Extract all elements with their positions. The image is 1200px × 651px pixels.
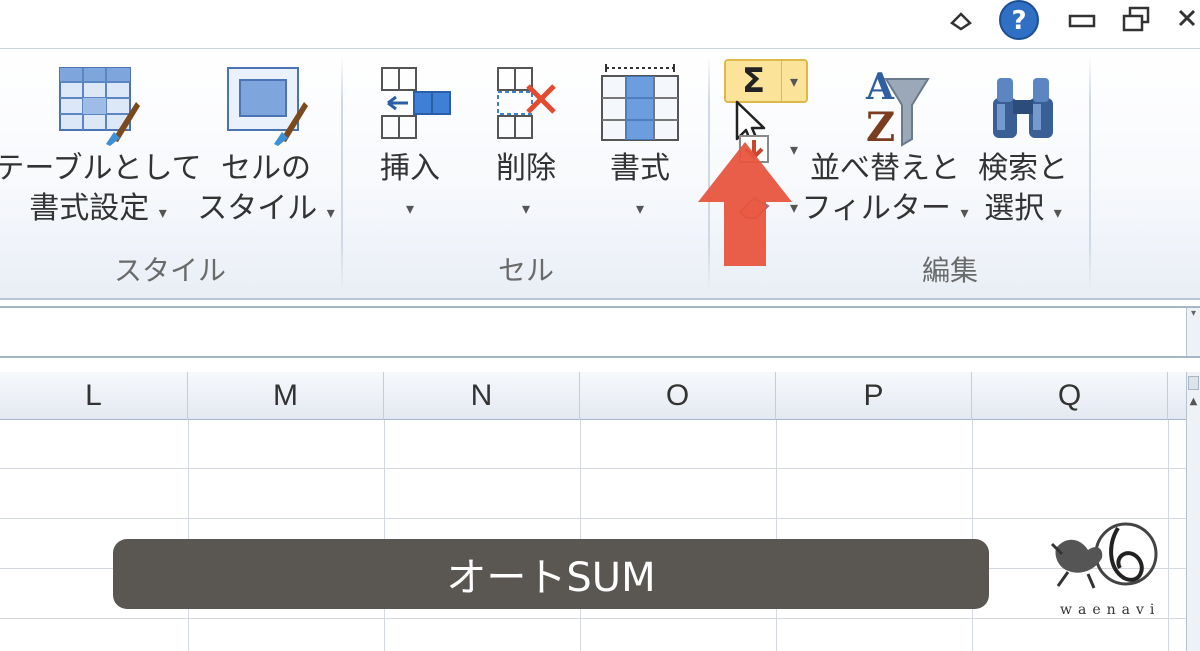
insert-cells-label: 挿入 — [380, 151, 440, 186]
grid-line — [0, 518, 1186, 519]
autosum-icon: Σ — [726, 61, 782, 101]
column-header-p[interactable]: P — [776, 372, 972, 420]
autosum-dropdown-icon[interactable]: ▾ — [782, 72, 806, 91]
find-select-label-1: 検索と — [978, 151, 1068, 186]
grid-line — [0, 618, 1186, 619]
sort-filter-button[interactable]: A Z 並べ替えと フィルター ▾ — [802, 59, 969, 233]
dropdown-caret-icon: ▾ — [158, 203, 167, 222]
cell-grid[interactable] — [0, 420, 1186, 651]
column-header-m[interactable]: M — [188, 372, 384, 420]
dropdown-caret-icon: ▾ — [521, 199, 531, 218]
scroll-split-icon[interactable] — [1188, 376, 1199, 390]
ribbon: テーブルとして 書式設定 ▾ セルの スタイル ▾ スタイル 挿入 ▾ 削除 ▾… — [0, 48, 1200, 300]
cell-styles-icon — [221, 59, 311, 149]
find-select-label-2: 選択 ▾ — [984, 191, 1062, 226]
grid-line — [972, 420, 973, 651]
format-cells-icon — [595, 59, 685, 149]
grid-line — [188, 420, 189, 651]
autosum-button[interactable]: Σ ▾ — [724, 59, 808, 103]
insert-cells-button[interactable]: 挿入 ▾ — [355, 59, 465, 229]
sort-filter-label-1: 並べ替えと — [810, 151, 960, 186]
cells-group-label: セル — [497, 254, 554, 287]
dropdown-caret-icon: ▾ — [1053, 203, 1062, 222]
group-separator — [341, 55, 343, 291]
dropdown-caret-icon: ▾ — [326, 203, 335, 222]
format-cells-label: 書式 — [610, 151, 670, 186]
scroll-up-icon[interactable]: ▲ — [1187, 396, 1200, 407]
pointer-arrow-icon — [698, 142, 792, 266]
grid-line — [776, 420, 777, 651]
delete-cells-icon — [481, 59, 571, 149]
dropdown-caret-icon: ▾ — [405, 199, 415, 218]
cell-styles-button[interactable]: セルの スタイル ▾ — [196, 59, 336, 233]
title-strip: ? — [0, 0, 1200, 48]
restore-icon[interactable] — [1118, 4, 1154, 36]
delete-cells-button[interactable]: 削除 ▾ — [471, 59, 581, 229]
minimize-icon[interactable] — [1064, 4, 1100, 36]
sort-filter-icon: A Z — [840, 59, 930, 149]
delete-cells-label: 削除 — [496, 151, 556, 186]
cells-group: 挿入 ▾ 削除 ▾ 書式 ▾ セル — [345, 49, 707, 297]
column-header-l[interactable]: L — [0, 372, 188, 420]
grid-line — [0, 468, 1186, 469]
formula-bar[interactable]: ▾ — [0, 306, 1200, 358]
group-separator — [1089, 55, 1091, 291]
help-icon[interactable]: ? — [996, 0, 1042, 40]
formula-bar-expand-icon[interactable]: ▾ — [1186, 308, 1200, 356]
column-header-o[interactable]: O — [580, 372, 776, 420]
format-as-table-icon — [53, 59, 143, 149]
format-as-table-label-1: テーブルとして — [0, 151, 202, 186]
styles-group: テーブルとして 書式設定 ▾ セルの スタイル ▾ スタイル — [0, 49, 340, 297]
minimize-ribbon-icon[interactable] — [944, 4, 978, 36]
logo-text: waenavi — [1060, 602, 1161, 618]
grid-line — [384, 420, 385, 651]
editing-group-label: 編集 — [921, 254, 978, 287]
dropdown-caret-icon: ▾ — [635, 199, 645, 218]
insert-cells-icon — [365, 59, 455, 149]
cell-styles-label-2: スタイル ▾ — [197, 191, 335, 226]
find-select-icon — [978, 59, 1068, 149]
format-cells-button[interactable]: 書式 ▾ — [585, 59, 695, 229]
grid-line — [580, 420, 581, 651]
svg-text:Z: Z — [866, 104, 895, 149]
caption-banner: オートSUM — [113, 539, 989, 609]
sort-filter-label-2: フィルター ▾ — [801, 191, 969, 226]
cell-styles-label-1: セルの — [221, 151, 311, 186]
vertical-scrollbar[interactable]: ▲ — [1186, 372, 1200, 651]
svg-text:?: ? — [1011, 6, 1026, 36]
close-icon[interactable] — [1174, 4, 1200, 36]
format-as-table-label-2: 書式設定 ▾ — [29, 191, 167, 226]
column-header-n[interactable]: N — [384, 372, 580, 420]
dropdown-caret-icon: ▾ — [960, 203, 969, 222]
grid-line — [1168, 420, 1169, 651]
column-header-row: L M N O P Q — [0, 372, 1186, 420]
styles-group-label: スタイル — [113, 254, 226, 287]
format-as-table-button[interactable]: テーブルとして 書式設定 ▾ — [0, 59, 202, 233]
find-select-button[interactable]: 検索と 選択 ▾ — [970, 59, 1076, 233]
column-header-q[interactable]: Q — [972, 372, 1168, 420]
